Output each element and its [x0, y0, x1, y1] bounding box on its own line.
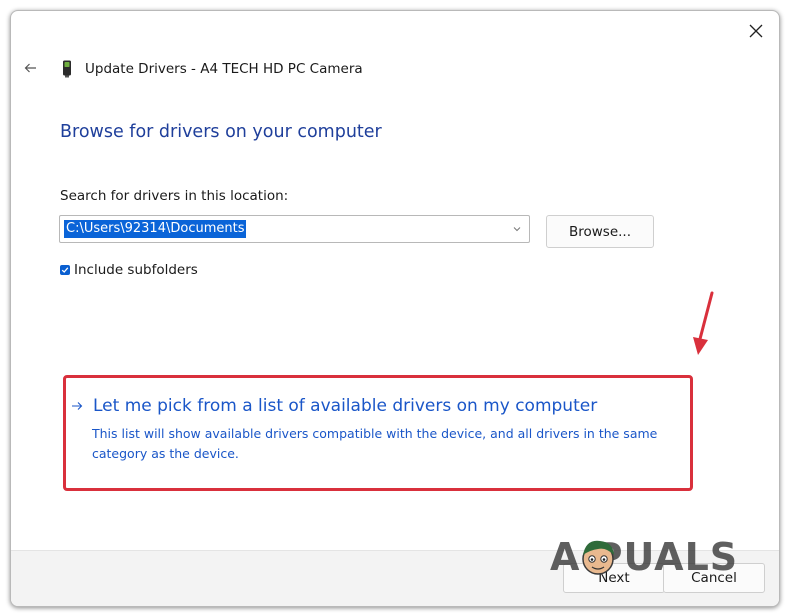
close-button[interactable]: [741, 17, 771, 45]
close-icon: [749, 24, 763, 38]
back-arrow-icon: [24, 63, 36, 73]
pick-from-list-option[interactable]: Let me pick from a list of available dri…: [63, 375, 693, 491]
checkmark-icon: [61, 267, 69, 273]
location-path-value: C:\Users\92314\Documents: [64, 220, 247, 238]
update-drivers-dialog: Update Drivers - A4 TECH HD PC Camera Br…: [10, 10, 780, 607]
include-subfolders-label: Include subfolders: [74, 262, 198, 278]
annotation-arrow-icon: [693, 291, 714, 355]
page-heading: Browse for drivers on your computer: [60, 122, 382, 142]
pick-from-list-description: This list will show available drivers co…: [92, 426, 658, 461]
next-button[interactable]: Next: [563, 563, 665, 593]
pick-from-list-link[interactable]: Let me pick from a list of available dri…: [93, 396, 597, 416]
include-subfolders-checkbox[interactable]: [60, 265, 70, 275]
browse-button[interactable]: Browse...: [546, 215, 654, 248]
search-location-label: Search for drivers in this location:: [60, 188, 289, 204]
include-subfolders-option[interactable]: Include subfolders: [60, 262, 198, 278]
chevron-down-icon[interactable]: [512, 225, 522, 233]
dialog-footer: Next Cancel: [11, 550, 779, 606]
pick-from-list-title-row: Let me pick from a list of available dri…: [71, 396, 597, 416]
camera-device-icon: [63, 60, 71, 78]
right-arrow-icon: [72, 402, 83, 410]
back-button[interactable]: [21, 59, 39, 77]
dialog-title: Update Drivers - A4 TECH HD PC Camera: [85, 61, 363, 77]
location-path-combobox[interactable]: C:\Users\92314\Documents: [59, 215, 530, 243]
dialog-title-row: Update Drivers - A4 TECH HD PC Camera: [61, 59, 363, 79]
cancel-button[interactable]: Cancel: [663, 563, 765, 593]
